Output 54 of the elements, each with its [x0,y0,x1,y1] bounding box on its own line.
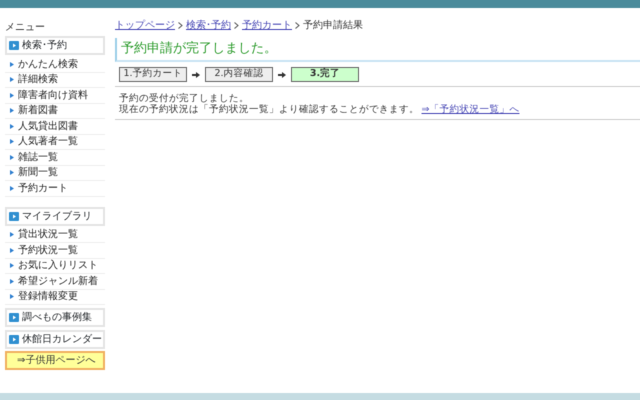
triangle-icon [10,186,14,191]
section-header[interactable]: 検索･予約 [5,36,105,55]
breadcrumb-link[interactable]: 検索･予約 [186,20,231,31]
message-text: 現在の予約状況は「予約状況一覧」より確認することができます。 [119,104,419,115]
section-header[interactable]: 休館日カレンダー [5,330,105,349]
menu-link[interactable]: 人気貸出図書 [5,119,105,134]
menu-title: メニュー [5,22,45,34]
menu-link[interactable]: 新聞一覧 [5,166,105,181]
breadcrumb-current: 予約申請結果 [303,20,363,31]
menu-link[interactable]: 詳細検索 [5,72,105,88]
play-icon [9,41,19,50]
page-heading: 予約申請が完了しました。 [115,38,640,62]
step-indicator: 1.予約カート [119,67,187,82]
triangle-icon [10,139,14,144]
menu-link[interactable]: 新着図書 [5,104,105,119]
step-indicator: 3.完了 [291,67,359,82]
section-header[interactable]: マイライブラリ [5,206,105,226]
menu-link[interactable]: 希望ジャンル新着 [5,274,105,290]
kids-page-link[interactable]: ⇒子供用ページへ [5,351,105,370]
triangle-icon [10,92,14,98]
triangle-icon [10,62,14,67]
section-header[interactable]: 調べもの事例集 [5,308,105,327]
chevron-icon [295,22,300,29]
triangle-icon [10,124,14,129]
triangle-icon [10,248,14,253]
menu-link[interactable]: 予約カート [5,181,105,196]
arrow-icon [278,72,286,78]
menu-link[interactable]: 貸出状況一覧 [5,228,105,243]
step-indicator: 2.内容確認 [205,67,273,82]
reservation-status-link[interactable]: ⇒「予約状況一覧」へ [422,104,520,115]
breadcrumb-link[interactable]: トップページ [115,20,175,31]
play-icon [9,313,19,322]
triangle-icon [10,294,14,300]
chevron-icon [178,22,183,29]
triangle-icon [10,170,14,176]
triangle-icon [10,108,14,114]
triangle-icon [10,154,14,160]
chevron-icon [234,22,239,29]
triangle-icon [10,77,14,82]
arrow-icon [192,72,200,78]
triangle-icon [10,278,14,284]
menu-link[interactable]: 登録情報変更 [5,290,105,305]
menu-link[interactable]: かんたん検索 [5,57,105,72]
menu-link[interactable]: 雑誌一覧 [5,150,105,166]
breadcrumb-link[interactable]: 予約カート [242,20,292,31]
menu-link[interactable]: 予約状況一覧 [5,243,105,258]
play-icon [9,335,19,344]
menu-link[interactable]: 障害者向け資料 [5,88,105,104]
menu-link[interactable]: お気に入りリスト [5,258,105,274]
triangle-icon [10,263,14,268]
menu-link[interactable]: 人気著者一覧 [5,134,105,150]
play-icon [9,212,19,220]
message-text: 予約の受付が完了しました。 [119,93,250,104]
triangle-icon [10,232,14,238]
